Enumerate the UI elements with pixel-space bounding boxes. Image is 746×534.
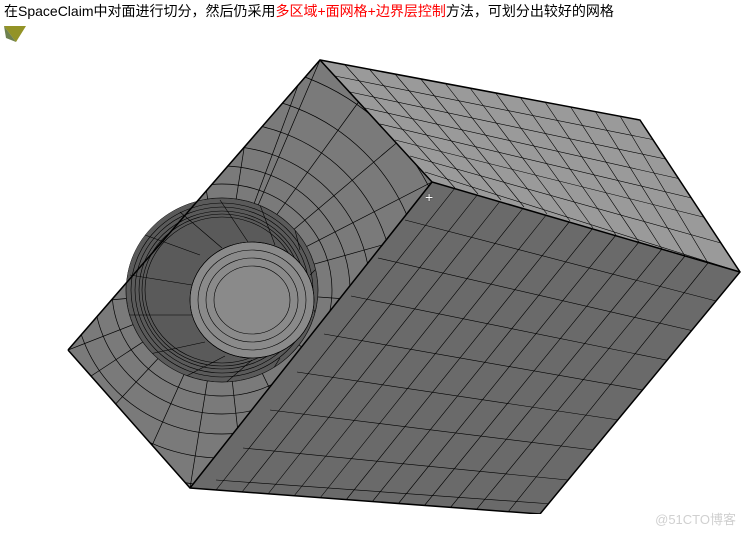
- caption-text: 在SpaceClaim中对面进行切分，然后仍采用多区域+面网格+边界层控制方法，…: [4, 2, 614, 22]
- coordinate-triad-icon: [2, 24, 28, 44]
- mesh-render: [0, 20, 746, 514]
- caption-post: 方法，可划分出较好的网格: [446, 3, 614, 19]
- watermark-text: @51CTO博客: [655, 509, 736, 528]
- caption-highlight: 多区域+面网格+边界层控制: [275, 3, 445, 19]
- caption-pre: 在SpaceClaim中对面进行切分，然后仍采用: [4, 3, 275, 19]
